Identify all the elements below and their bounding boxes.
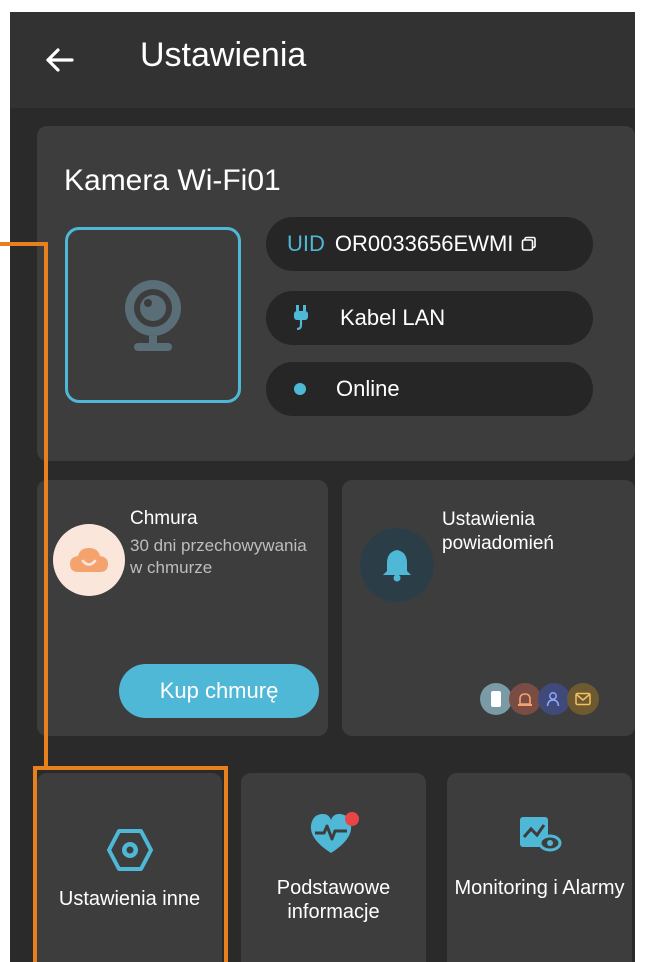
buy-cloud-button[interactable]: Kup chmurę [119, 664, 319, 718]
heart-monitor-icon [310, 812, 359, 853]
uid-pill[interactable]: UID OR0033656EWMI [266, 217, 593, 271]
tile-basic-info[interactable]: Podstawowe informacje [241, 773, 426, 962]
cloud-icon [70, 548, 108, 572]
page-title: Ustawienia [140, 36, 307, 74]
uid-label: UID [287, 231, 325, 256]
highlight-connector-horizontal [0, 242, 48, 246]
notification-badge [344, 812, 359, 826]
online-dot-icon [294, 383, 306, 395]
status-pill: Online [266, 362, 593, 416]
copy-icon[interactable] [521, 236, 537, 252]
uid-value: OR0033656EWMI [334, 231, 514, 256]
tile-monitoring-alarms-label: Monitoring i Alarmy [454, 877, 625, 899]
siren-icon [509, 683, 541, 715]
arrow-left-icon [46, 48, 74, 72]
bell-icon-badge [360, 528, 434, 602]
cloud-title: Chmura [130, 508, 198, 529]
device-name: Kamera Wi-Fi01 [64, 164, 281, 197]
notification-settings-card[interactable]: Ustawienia powiadomień [342, 480, 635, 736]
top-bar: Ustawienia [10, 12, 635, 108]
device-card: Kamera Wi-Fi01 UID OR0033656EWMI Kabel L… [37, 126, 635, 461]
highlight-box [33, 766, 228, 962]
connection-type: Kabel LAN [340, 305, 446, 330]
device-status: Online [336, 376, 400, 401]
camera-thumbnail[interactable] [65, 227, 241, 403]
cloud-icon-badge [53, 524, 125, 596]
email-icon [567, 683, 599, 715]
tile-basic-info-label: Podstawowe informacje [276, 877, 391, 923]
user-icon [538, 683, 570, 715]
cloud-card[interactable]: Chmura 30 dni przechowywania w chmurze K… [37, 480, 328, 736]
app-push-icon [480, 683, 512, 715]
notification-settings-title: Ustawienia powiadomień [442, 509, 554, 554]
bell-icon [383, 550, 411, 582]
cloud-description: 30 dni przechowywania w chmurze [130, 536, 307, 577]
tile-monitoring-alarms[interactable]: Monitoring i Alarmy [447, 773, 632, 962]
back-button[interactable] [42, 42, 78, 78]
connection-pill: Kabel LAN [266, 291, 593, 345]
webcam-icon [125, 280, 181, 351]
highlight-connector-vertical [44, 242, 48, 770]
monitor-eye-icon [519, 817, 561, 852]
ethernet-plug-icon [294, 305, 308, 331]
notification-channel-icons [480, 683, 599, 715]
